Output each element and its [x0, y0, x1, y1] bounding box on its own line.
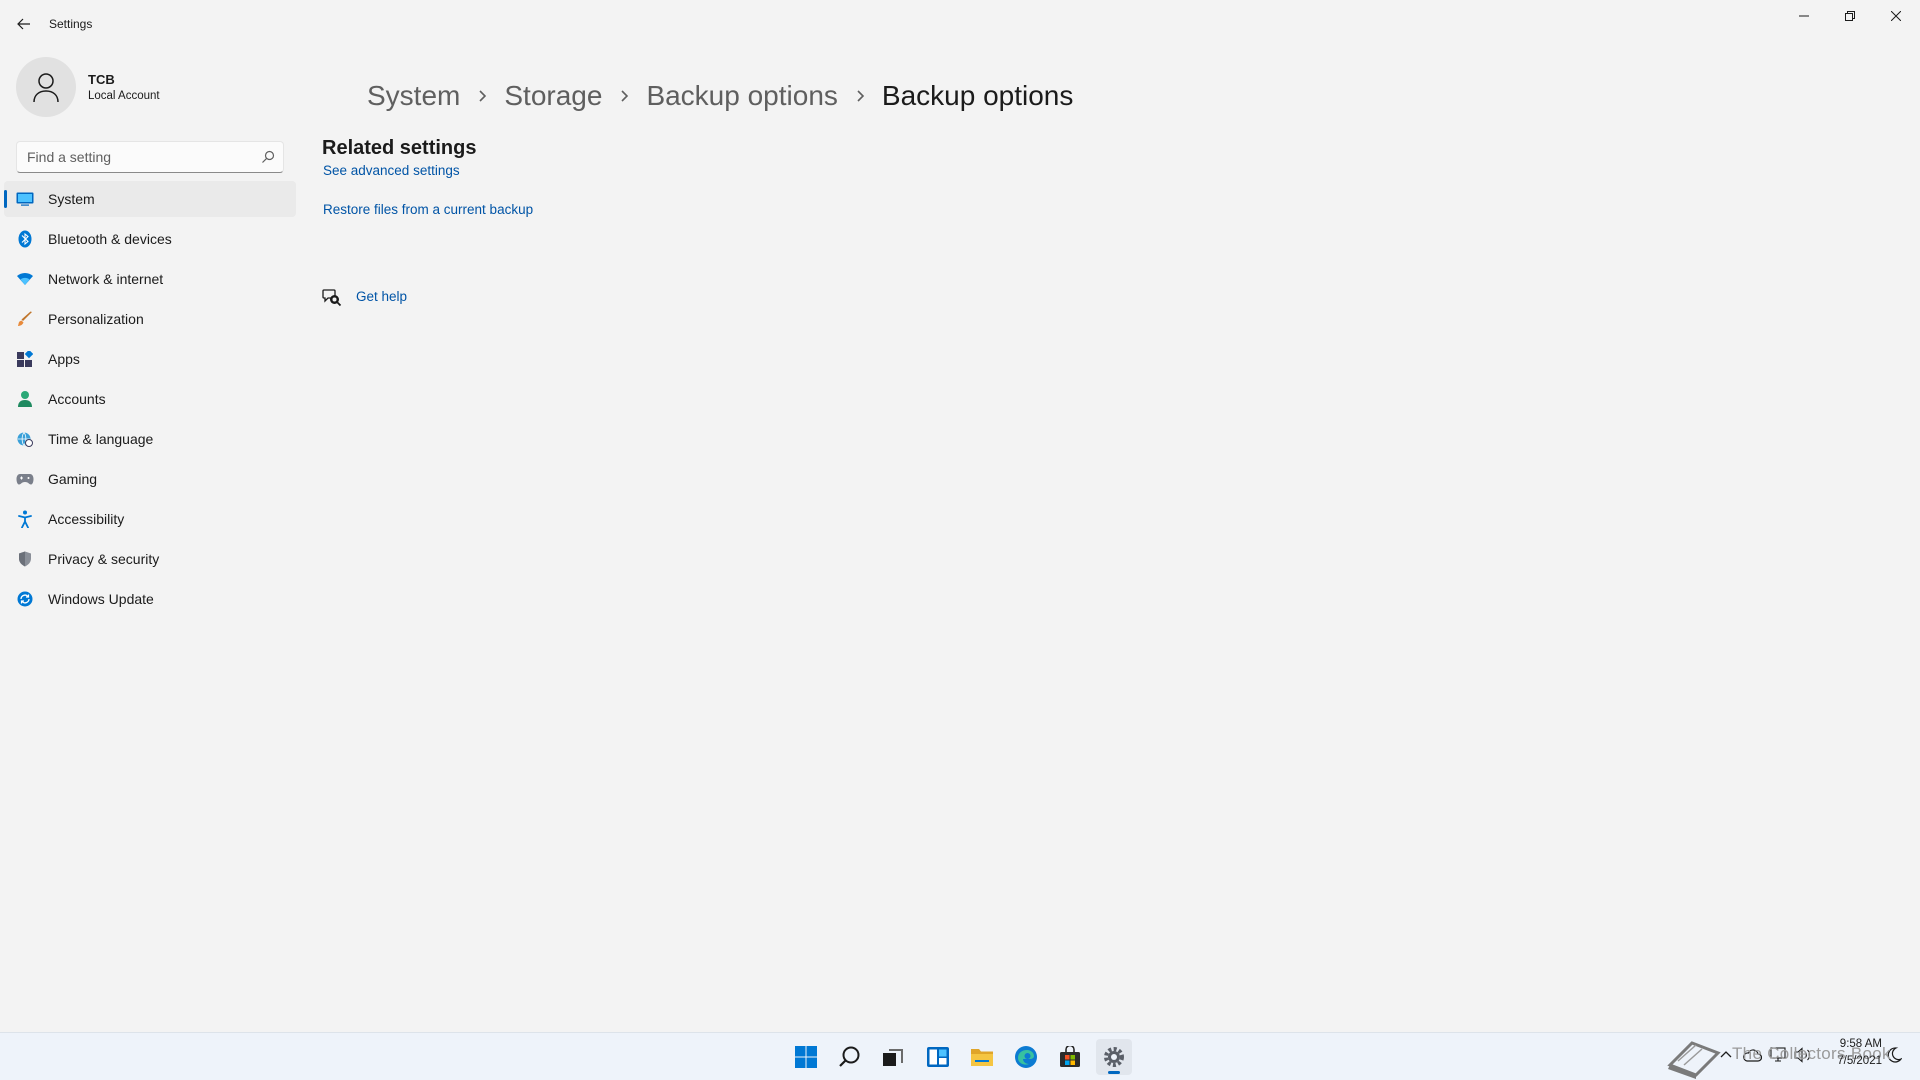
- file-explorer-icon: [971, 1049, 993, 1066]
- start-icon: [795, 1046, 817, 1068]
- sidebar-item-bluetooth[interactable]: Bluetooth & devices: [4, 221, 296, 257]
- sidebar-item-label: System: [48, 191, 95, 207]
- minimize-icon: [1799, 15, 1809, 17]
- breadcrumb-item-backup-options[interactable]: Backup options: [646, 80, 837, 112]
- taskbar-clock[interactable]: 9:58 AM 7/5/2021: [1826, 1036, 1882, 1070]
- sidebar-item-label: Windows Update: [48, 591, 154, 607]
- sidebar-item-gaming[interactable]: Gaming: [4, 461, 296, 497]
- back-button[interactable]: [12, 12, 36, 36]
- page-title: Backup options: [881, 80, 1074, 111]
- account-type: Local Account: [88, 90, 160, 102]
- accessibility-icon: [16, 510, 34, 528]
- restore-button[interactable]: [1827, 0, 1873, 32]
- globe-clock-icon: [16, 430, 34, 448]
- sidebar-item-system[interactable]: System: [4, 181, 296, 217]
- person-icon: [33, 73, 59, 103]
- see-advanced-settings-link[interactable]: See advanced settings: [323, 163, 460, 178]
- store-button[interactable]: [1052, 1039, 1088, 1075]
- sidebar-item-label: Network & internet: [48, 271, 164, 287]
- chevron-right-icon: [460, 89, 504, 103]
- sidebar-item-accessibility[interactable]: Accessibility: [4, 501, 296, 537]
- close-button[interactable]: [1873, 0, 1919, 32]
- settings-icon: [1104, 1047, 1124, 1067]
- help-chat-icon: [322, 289, 342, 307]
- sidebar-item-label: Personalization: [48, 311, 144, 327]
- chevron-right-icon: [838, 89, 882, 103]
- sidebar-item-label: Bluetooth & devices: [48, 231, 172, 247]
- minimize-button[interactable]: [1781, 0, 1827, 32]
- sidebar-item-privacy[interactable]: Privacy & security: [4, 541, 296, 577]
- sidebar-item-label: Privacy & security: [48, 551, 160, 567]
- sidebar-item-windows-update[interactable]: Windows Update: [4, 581, 296, 617]
- sidebar-item-accounts[interactable]: Accounts: [4, 381, 296, 417]
- gamepad-icon: [16, 470, 34, 488]
- sidebar-item-network[interactable]: Network & internet: [4, 261, 296, 297]
- settings-taskbar-button[interactable]: [1096, 1039, 1132, 1075]
- file-explorer-button[interactable]: [964, 1039, 1000, 1075]
- search-icon: [839, 1046, 860, 1067]
- app-title: Settings: [49, 17, 93, 31]
- sidebar-item-label: Gaming: [48, 471, 98, 487]
- sidebar-item-label: Accessibility: [48, 511, 125, 527]
- book-logo-icon: [1667, 1041, 1721, 1079]
- sidebar-item-personalization[interactable]: Personalization: [4, 301, 296, 337]
- clock-time: 9:58 AM: [1839, 1038, 1882, 1050]
- selection-indicator: [4, 190, 7, 208]
- system-icon: [16, 190, 34, 208]
- avatar[interactable]: [16, 57, 76, 117]
- start-button[interactable]: [788, 1039, 824, 1075]
- taskbar: [0, 1032, 1920, 1080]
- chevron-up-icon[interactable]: [1720, 1049, 1732, 1061]
- restore-icon: [1845, 11, 1855, 21]
- search-icon[interactable]: [261, 150, 275, 164]
- bluetooth-icon: [16, 230, 34, 248]
- edge-icon: [1015, 1046, 1037, 1068]
- sidebar-item-label: Apps: [48, 351, 80, 367]
- sidebar-item-label: Accounts: [48, 391, 106, 407]
- running-indicator: [1108, 1071, 1120, 1074]
- person-icon: [16, 390, 34, 408]
- widgets-icon: [927, 1047, 949, 1067]
- sidebar-item-label: Time & language: [48, 431, 154, 447]
- back-arrow-icon: [17, 18, 30, 30]
- shield-icon: [16, 550, 34, 568]
- taskbar-search-button[interactable]: [832, 1039, 868, 1075]
- chevron-right-icon: [602, 89, 646, 103]
- widgets-button[interactable]: [920, 1039, 956, 1075]
- breadcrumb-item-system[interactable]: System: [367, 80, 460, 112]
- wifi-icon: [16, 270, 34, 288]
- store-icon: [1060, 1046, 1080, 1067]
- title-bar: Settings: [0, 0, 1920, 48]
- apps-icon: [16, 350, 34, 368]
- sidebar-nav: System Bluetooth & devices Network & int…: [4, 181, 296, 621]
- get-help-link[interactable]: Get help: [356, 289, 407, 304]
- breadcrumb-item-storage[interactable]: Storage: [504, 80, 602, 112]
- brush-icon: [16, 310, 34, 328]
- sidebar-item-time-language[interactable]: Time & language: [4, 421, 296, 457]
- restore-files-link[interactable]: Restore files from a current backup: [323, 202, 533, 217]
- search-input[interactable]: [27, 149, 247, 165]
- task-view-icon: [883, 1049, 903, 1066]
- breadcrumb: System Storage Backup options Backup opt…: [367, 74, 1073, 118]
- close-icon: [1891, 11, 1901, 21]
- task-view-button[interactable]: [875, 1039, 911, 1075]
- search-box[interactable]: [16, 141, 284, 173]
- edge-button[interactable]: [1008, 1039, 1044, 1075]
- related-settings-heading: Related settings: [322, 137, 477, 159]
- sidebar-item-apps[interactable]: Apps: [4, 341, 296, 377]
- update-icon: [16, 590, 34, 608]
- clock-date: 7/5/2021: [1837, 1055, 1882, 1067]
- user-name: TCB: [88, 72, 115, 87]
